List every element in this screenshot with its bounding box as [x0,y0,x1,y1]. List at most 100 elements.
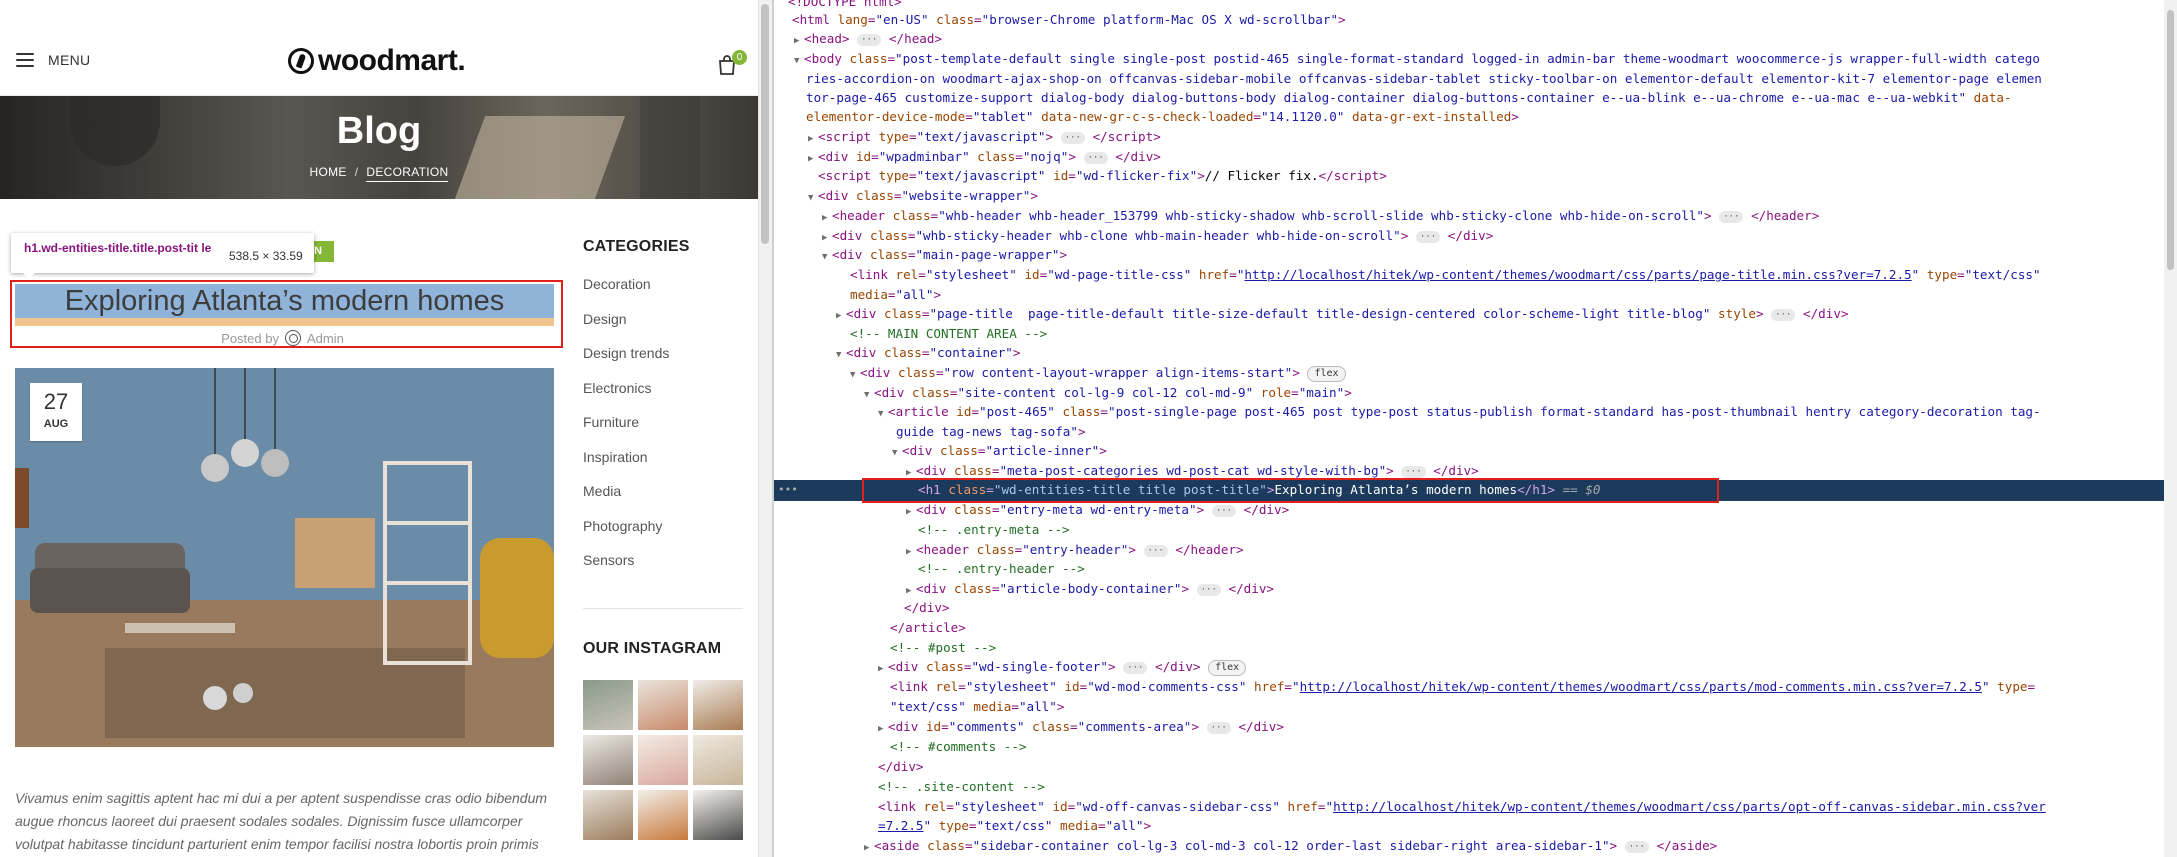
instagram-thumb[interactable] [638,790,688,840]
menu-label: MENU [48,52,91,68]
category-link[interactable]: Decoration [583,276,743,311]
instagram-thumb[interactable] [638,735,688,785]
instagram-thumb[interactable] [693,680,743,730]
instagram-thumb[interactable] [583,735,633,785]
category-link[interactable]: Photography [583,518,743,553]
dom-line[interactable]: <!-- .entry-meta --> [918,520,2177,540]
living-room-illustration [15,368,554,747]
dom-line[interactable]: ▶ <div id="wpadminbar" class="nojq"> ··· … [808,147,2177,167]
dom-line[interactable]: ▶ <aside class="sidebar-container col-lg-… [864,836,2177,856]
dom-line[interactable]: ▶ <header class="entry-header"> ··· </hea… [906,540,2177,560]
dom-line[interactable]: ▼ <div class="main-page-wrapper"> [822,245,2177,265]
dom-line[interactable]: <!-- #comments --> [890,737,2177,757]
category-link[interactable]: Media [583,483,743,518]
site-logo[interactable]: woodmart. [288,44,466,78]
devtools-elements-panel: ••• <!DOCTYPE html> <html lang="en-US" c… [774,0,2177,857]
dom-line[interactable]: ▼ <div class="website-wrapper"> [808,186,2177,206]
dom-line[interactable]: </div> [904,598,2177,618]
tooltip-selector: h1.wd-entities-title.title.post-tit le [24,241,212,255]
logo-text: woodmart. [318,44,466,77]
categories-list: Decoration Design Design trends Electron… [583,276,743,587]
post-meta: Posted by Admin [0,330,565,346]
instagram-heading: OUR INSTAGRAM [583,640,722,657]
instagram-thumb[interactable] [693,735,743,785]
breadcrumb-current[interactable]: DECORATION [366,165,449,182]
instagram-thumb[interactable] [583,680,633,730]
dom-line[interactable]: ▶ <script type="text/javascript"> ··· </s… [808,127,2177,147]
dom-line[interactable]: <link rel="stylesheet" id="wd-page-title… [850,265,2177,285]
category-link[interactable]: Sensors [583,552,743,587]
dom-line[interactable]: ▶ <div class="article-body-container"> ··… [906,579,2177,599]
logo-mark-icon [288,48,314,74]
dom-line[interactable]: ▶ <head> ··· </head> [794,29,2177,49]
node-actions-icon[interactable]: ••• [778,480,798,500]
category-link[interactable]: Furniture [583,414,743,449]
page-title: Blog [336,110,422,152]
category-link[interactable]: Electronics [583,380,743,415]
dom-line[interactable]: ▼ <div class="container"> [836,343,2177,363]
dom-line[interactable]: ▼ <div class="row content-layout-wrapper … [850,363,2177,383]
instagram-thumb[interactable] [638,680,688,730]
dom-line[interactable]: ▼ <body class="post-template-default sing… [794,49,2177,69]
cart-count-badge: 0 [732,50,747,65]
dom-line[interactable]: ▼ <div class="article-inner"> [892,441,2177,461]
dom-line[interactable]: </article> [890,618,2177,638]
dom-line[interactable]: "text/css" media="all"> [890,697,2177,717]
posted-by-label: Posted by [221,330,279,346]
category-link[interactable]: Design trends [583,345,743,380]
category-link[interactable]: Inspiration [583,449,743,484]
dom-line[interactable]: <link rel="stylesheet" id="wd-mod-commen… [890,677,2177,697]
dom-line[interactable]: <!-- .site-content --> [878,777,2177,797]
dom-line[interactable]: ries-accordion-on woodmart-ajax-shop-on … [806,69,2177,89]
dom-line[interactable]: =7.2.5" type="text/css" media="all"> [878,816,2177,836]
instagram-thumb[interactable] [583,790,633,840]
dom-line[interactable]: <!-- .entry-header --> [918,559,2177,579]
dom-line[interactable]: elementor-device-mode="tablet" data-new-… [806,107,2177,127]
breadcrumb-separator: / [354,165,359,179]
instagram-thumb[interactable] [693,790,743,840]
breadcrumb-home[interactable]: HOME [310,165,347,179]
dom-line[interactable]: <!-- #post --> [890,638,2177,658]
tooltip-arrow [22,272,36,279]
dom-line[interactable]: media="all"> [850,285,2177,305]
breadcrumb: HOME / DECORATION [0,165,758,182]
categories-heading: CATEGORIES [583,238,690,255]
inspect-tooltip: h1.wd-entities-title.title.post-tit le 5… [11,233,314,273]
dom-line[interactable]: ▶ <header class="whb-header whb-header_15… [822,206,2177,226]
flex-badge[interactable]: flex [1208,659,1247,676]
dom-line[interactable]: ▶ <div class="whb-sticky-header whb-clone… [822,226,2177,246]
author-avatar-icon [284,330,301,346]
post-excerpt: Vivamus enim sagittis aptent hac mi dui … [15,790,548,852]
dom-line[interactable]: <!-- MAIN CONTENT AREA --> [850,324,2177,344]
post-date-badge: 27 AUG [30,383,82,441]
devtools-scrollbar-thumb[interactable] [2167,10,2174,270]
flex-badge[interactable]: flex [1307,365,1346,382]
sidebar: CATEGORIES Decoration Design Design tren… [583,238,743,587]
dom-line[interactable]: ▼ <div class="site-content col-lg-9 col-1… [864,383,2177,403]
dom-line[interactable]: guide tag-news tag-sofa"> [896,422,2177,442]
hamburger-icon [16,53,34,67]
site-scrollbar-thumb[interactable] [761,4,769,244]
dom-line[interactable]: ▶ <div class="wd-single-footer"> ··· </di… [878,657,2177,677]
website-viewport: MENU woodmart. 0 Blog HOME / DECORATION N … [0,0,758,857]
dom-line[interactable]: <script type="text/javascript" id="wd-fl… [818,166,2177,186]
dom-line[interactable]: <html lang="en-US" class="browser-Chrome… [792,10,2177,30]
category-link[interactable]: Design [583,311,743,346]
post-date-day: 27 [43,389,69,414]
sidebar-divider [583,608,743,609]
page-title-banner: Blog HOME / DECORATION [0,96,758,199]
featured-image[interactable] [15,368,554,747]
dom-line[interactable]: ▼ <article id="post-465" class="post-sing… [878,402,2177,422]
dom-line[interactable]: ▶ <div class="page-title page-title-defau… [836,304,2177,324]
dom-line[interactable]: </div> [878,757,2177,777]
author-name[interactable]: Admin [307,331,344,346]
dom-line[interactable]: tor-page-465 customize-support dialog-bo… [806,88,2177,108]
dom-line[interactable]: ▶ <div class="entry-meta wd-entry-meta"> … [906,500,2177,520]
tooltip-dimensions: 538.5 × 33.59 [229,249,303,263]
site-header: MENU woodmart. [0,0,758,96]
instagram-grid [583,680,743,840]
post-date-month: AUG [43,418,69,430]
dom-line[interactable]: <link rel="stylesheet" id="wd-off-canvas… [878,797,2177,817]
menu-button[interactable]: MENU [16,52,90,68]
dom-line[interactable]: ▶ <div id="comments" class="comments-area… [878,717,2177,737]
